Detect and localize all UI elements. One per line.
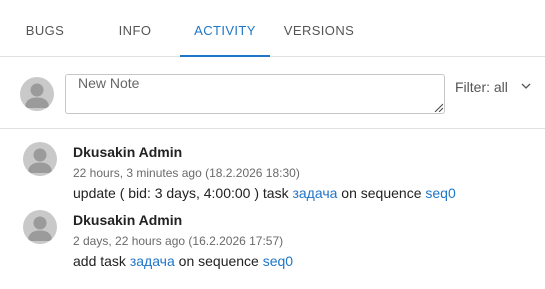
tab-activity[interactable]: ACTIVITY: [180, 0, 270, 57]
avatar: [20, 77, 54, 111]
activity-author: Dkusakin Admin: [73, 144, 183, 160]
filter-dropdown[interactable]: Filter: all: [455, 79, 508, 95]
activity-author: Dkusakin Admin: [73, 212, 183, 228]
tab-versions[interactable]: VERSIONS: [282, 0, 356, 57]
sequence-link[interactable]: seq0: [263, 253, 293, 269]
user-icon: [28, 216, 52, 241]
avatar: [23, 210, 57, 244]
user-icon: [28, 148, 52, 173]
resize-grip-icon[interactable]: [433, 102, 443, 112]
avatar: [23, 142, 57, 176]
tab-info[interactable]: INFO: [102, 0, 168, 57]
activity-item: Dkusakin Admin 22 hours, 3 minutes ago (…: [0, 130, 545, 202]
new-note-row: Filter: all: [0, 57, 545, 129]
activity-text: on sequence: [174, 253, 263, 269]
chevron-down-icon[interactable]: [520, 80, 532, 92]
task-link[interactable]: задача: [130, 253, 175, 269]
new-note-input[interactable]: [65, 74, 445, 114]
tab-bugs[interactable]: BUGS: [12, 0, 78, 57]
activity-timestamp: 22 hours, 3 minutes ago (18.2.2026 18:30…: [73, 166, 300, 180]
tab-bar: BUGS INFO ACTIVITY VERSIONS: [0, 0, 545, 57]
activity-description: add task задача on sequence seq0: [73, 253, 293, 269]
activity-item: Dkusakin Admin 2 days, 22 hours ago (16.…: [0, 198, 545, 270]
user-icon: [25, 83, 49, 108]
activity-timestamp: 2 days, 22 hours ago (16.2.2026 17:57): [73, 234, 284, 248]
activity-text: add task: [73, 253, 130, 269]
